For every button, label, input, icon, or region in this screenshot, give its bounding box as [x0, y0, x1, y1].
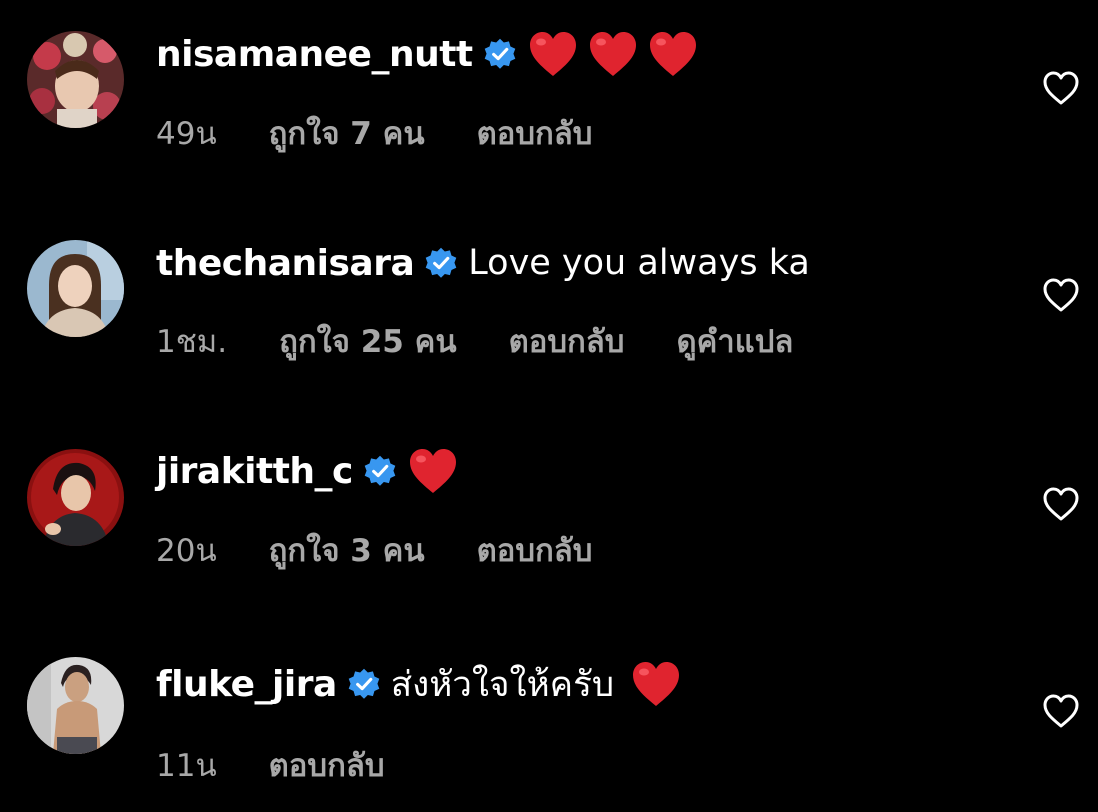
reply-button[interactable]: ตอบกลับ [477, 525, 593, 575]
heart-outline-icon[interactable] [1041, 692, 1081, 730]
red-heart-emoji [407, 446, 459, 496]
comment-text: Love you always ka [468, 243, 810, 283]
comment-username[interactable]: jirakitth_c [156, 451, 353, 492]
verified-badge-icon [363, 454, 397, 488]
comment-time: 20น [156, 533, 217, 569]
comment-time: 1ชม. [156, 324, 228, 360]
comment-time: 11น [156, 748, 217, 784]
see-translation-button[interactable]: ดูคำแปล [676, 316, 793, 366]
comment-text [407, 446, 467, 496]
heart-outline-icon[interactable] [1041, 276, 1081, 314]
heart-outline-icon[interactable] [1041, 485, 1081, 523]
reply-button[interactable]: ตอบกลับ [269, 740, 385, 790]
reply-button[interactable]: ตอบกลับ [509, 316, 625, 366]
likes-count-button[interactable]: ถูกใจ 3 คน [269, 525, 425, 575]
comment-username[interactable]: fluke_jira [156, 664, 337, 705]
comment-item: fluke_jira ส่งหัวใจให้ครับ 11น ตอบกลับ [0, 0, 1098, 784]
avatar[interactable] [27, 657, 124, 754]
likes-count-button[interactable]: ถูกใจ 25 คน [279, 316, 457, 366]
comment-text: ส่งหัวใจให้ครับ [391, 657, 690, 712]
verified-badge-icon [347, 667, 381, 701]
red-heart-emoji [630, 659, 682, 709]
verified-badge-icon [424, 246, 458, 280]
avatar[interactable] [27, 240, 124, 337]
avatar[interactable] [27, 449, 124, 546]
comment-username[interactable]: thechanisara [156, 243, 415, 284]
